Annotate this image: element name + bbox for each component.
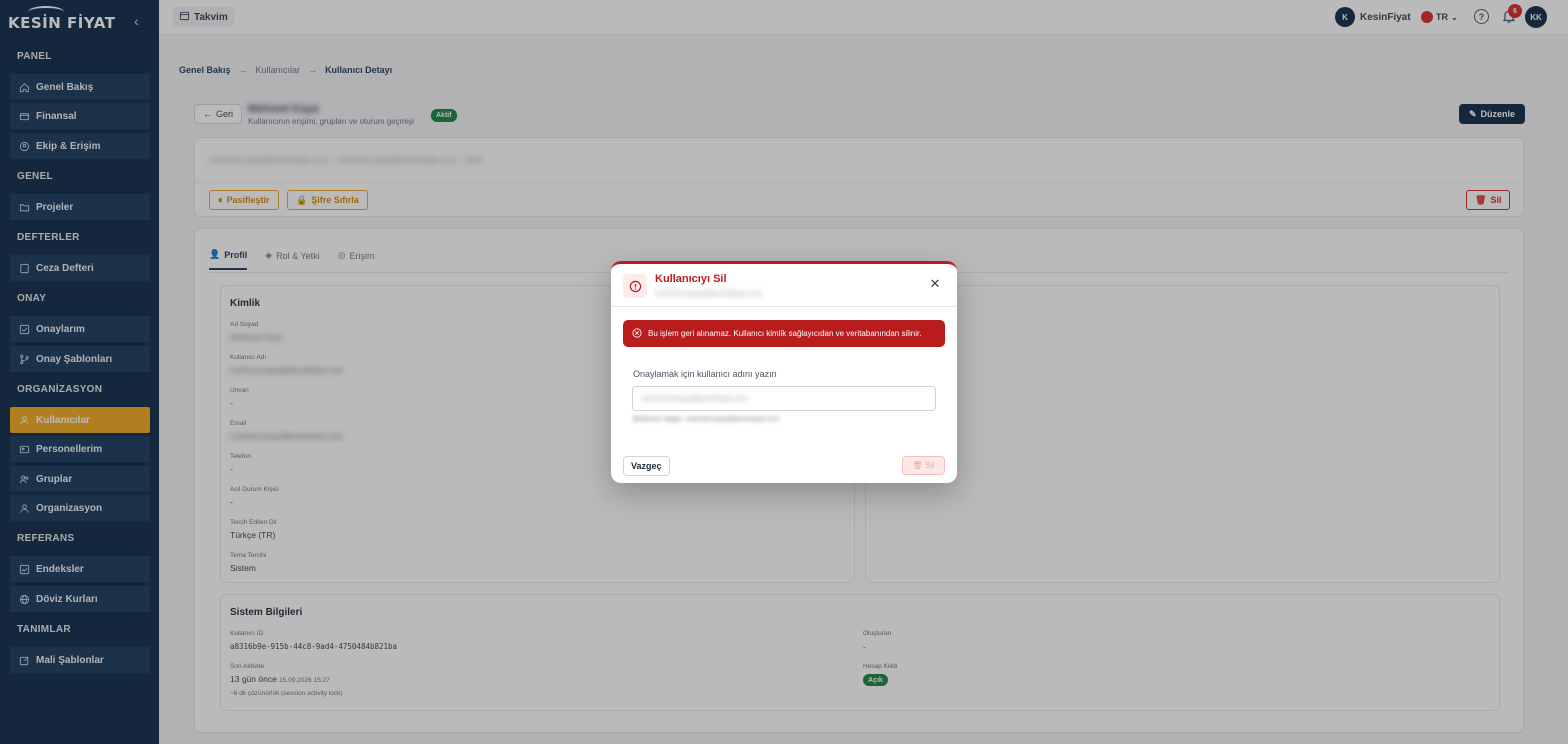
delete-user-modal: Kullanıcıyı Sil mehmet.kaya@kesinfiyat.c… xyxy=(611,261,957,483)
expected-value-hint: Beklenen değer: mehmet.kaya@kesinfiyat.c… xyxy=(633,416,780,423)
cancel-button[interactable]: Vazgeç xyxy=(623,456,670,476)
x-circle-icon xyxy=(632,327,642,340)
confirm-label: Onaylamak için kullanıcı adını yazın xyxy=(633,369,777,379)
modal-title: Kullanıcıyı Sil xyxy=(655,273,727,285)
confirm-delete-button[interactable]: 🗑 Sil xyxy=(902,456,945,475)
trash-icon: 🗑 xyxy=(912,461,923,470)
close-icon[interactable]: ✕ xyxy=(929,276,941,291)
modal-divider xyxy=(611,306,957,307)
confirm-delete-label: Sil xyxy=(925,461,935,470)
warning-text: Bu işlem geri alınamaz. Kullanıcı kimlik… xyxy=(648,329,922,338)
alert-circle-icon xyxy=(623,274,647,298)
modal-subtitle: mehmet.kaya@kesinfiyat.com xyxy=(655,289,762,298)
warning-alert: Bu işlem geri alınamaz. Kullanıcı kimlik… xyxy=(623,320,945,347)
confirm-username-input[interactable]: mehmet.kaya@kesinfiyat.com xyxy=(632,386,936,411)
confirm-placeholder: mehmet.kaya@kesinfiyat.com xyxy=(641,394,748,403)
